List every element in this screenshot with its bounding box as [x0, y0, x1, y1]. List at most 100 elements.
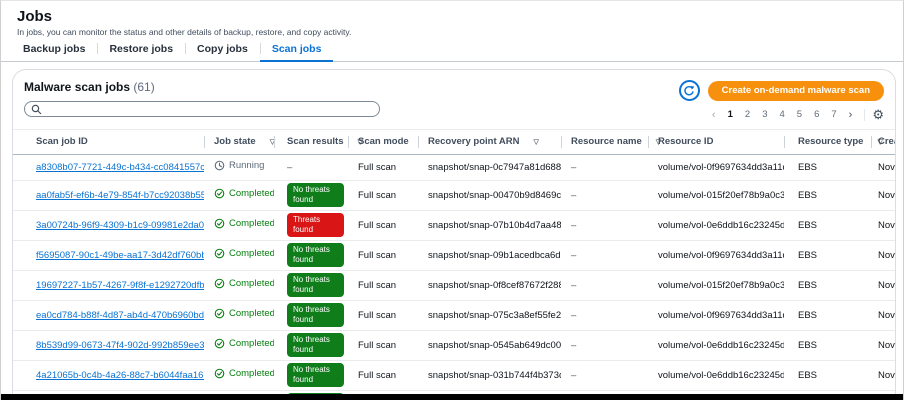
creation-time-cell: November: [871, 210, 895, 241]
resource-type-cell: EBS: [784, 330, 871, 361]
page-button-2[interactable]: 2: [740, 108, 755, 121]
scan-mode-cell: Full scan: [348, 330, 418, 361]
chevron-left-icon[interactable]: ‹: [707, 109, 721, 121]
resource-name-cell: –: [561, 154, 648, 181]
scan-results-badge: No threats found: [287, 243, 344, 267]
page-button-1[interactable]: 1: [723, 108, 738, 121]
job-state-label: Running: [229, 160, 265, 171]
column-label: Creation time: [878, 136, 895, 148]
scan-job-id-link[interactable]: 3a00724b-96f9-4309-b1c9-09981e2da0fe: [36, 220, 204, 231]
table-row: a8308b07-7721-449c-b434-cc0841557cee Runn…: [13, 154, 895, 181]
resource-name-cell: –: [561, 180, 648, 211]
column-label: Resource ID: [658, 136, 714, 148]
recovery-point-arn-cell: snapshot/snap-031b744f4b373dc43: [418, 360, 561, 391]
column-header-recovery-point-arn[interactable]: Recovery point ARN ▽: [418, 130, 561, 155]
page-button-4[interactable]: 4: [774, 108, 789, 121]
search-input[interactable]: [46, 104, 373, 114]
table-row: 3a00724b-96f9-4309-b1c9-09981e2da0fe Comp…: [13, 210, 895, 241]
scan-results-cell: No threats found: [274, 330, 348, 361]
create-on-demand-malware-scan-button[interactable]: Create on-demand malware scan: [707, 80, 884, 101]
column-header-creation-time: Creation time: [871, 130, 895, 155]
sort-icon[interactable]: ▽: [534, 139, 539, 146]
resource-id-cell: volume/vol-0f9697634dd3a11d0: [648, 300, 784, 331]
job-state-completed: Completed: [214, 368, 274, 379]
panel-actions: Create on-demand malware scan: [678, 80, 884, 101]
completed-check-icon: [214, 218, 225, 229]
resource-type-cell: EBS: [784, 360, 871, 391]
creation-time-cell: November: [871, 154, 895, 181]
scan-job-id-link[interactable]: 19697227-1b57-4267-9f8f-e1292720dfb1: [36, 280, 204, 291]
scan-results-cell: –: [274, 154, 348, 181]
panel-header: Malware scan jobs (61) Create on-demand …: [13, 70, 895, 126]
scan-results-cell: No threats found: [274, 300, 348, 331]
scan-job-id-cell: f5695087-90c1-49be-aa17-3d42df760bba: [13, 240, 204, 271]
resource-name-empty: –: [571, 189, 577, 201]
scan-mode-cell: Full scan: [348, 360, 418, 391]
scan-job-id-link[interactable]: 8b539d99-0673-47f4-902d-992b859ee35b: [36, 340, 204, 351]
page-button-7[interactable]: 7: [826, 108, 841, 121]
job-state-cell: Running: [204, 154, 274, 181]
resource-type-cell: EBS: [784, 210, 871, 241]
table-row: 4a21065b-0c4b-4a26-88c7-b6044faa16e7 Comp…: [13, 360, 895, 391]
resource-name-empty: –: [571, 339, 577, 351]
scan-results-badge: No threats found: [287, 183, 344, 207]
job-state-completed: Completed: [214, 188, 274, 199]
search-box[interactable]: [24, 101, 380, 117]
completed-check-icon: [214, 188, 225, 199]
tab-backup-jobs[interactable]: Backup jobs: [11, 40, 97, 62]
scan-job-id-cell: 19697227-1b57-4267-9f8f-e1292720dfb1: [13, 270, 204, 301]
job-state-label: Completed: [229, 248, 274, 259]
column-header-scan-results[interactable]: Scan results ▽: [274, 130, 363, 155]
scan-job-id-link[interactable]: f5695087-90c1-49be-aa17-3d42df760bba: [36, 250, 204, 261]
column-label: Scan mode: [358, 136, 409, 148]
chevron-right-icon[interactable]: ›: [844, 109, 858, 121]
completed-check-icon: [214, 368, 225, 379]
tab-scan-jobs[interactable]: Scan jobs: [259, 40, 334, 62]
scan-jobs-table: Scan job ID Job state ▽ Scan results ▽ Scan m…: [13, 130, 895, 400]
scan-job-id-link[interactable]: aa0fab5f-ef6b-4e79-854f-b7cc92038b55: [36, 190, 204, 201]
scan-mode-cell: Full scan: [348, 180, 418, 211]
job-state-label: Completed: [229, 368, 274, 379]
panel-header-right: Create on-demand malware scan ‹ 1 2 3 4 5 6 7 › ⚙: [678, 80, 884, 121]
scan-job-id-link[interactable]: 4a21065b-0c4b-4a26-88c7-b6044faa16e7: [36, 370, 204, 381]
page-button-6[interactable]: 6: [809, 108, 824, 121]
pagination-divider: [864, 108, 866, 121]
creation-time-cell: November: [871, 300, 895, 331]
scan-job-id-cell: aa0fab5f-ef6b-4e79-854f-b7cc92038b55: [13, 180, 204, 211]
resource-type-cell: EBS: [784, 154, 871, 181]
tab-copy-jobs[interactable]: Copy jobs: [185, 40, 260, 62]
column-header-job-state[interactable]: Job state ▽: [204, 130, 275, 155]
window-bottom-edge: [1, 394, 903, 400]
job-state-label: Completed: [229, 278, 274, 289]
panel-title-text: Malware scan jobs: [24, 80, 131, 94]
column-label: Job state: [214, 136, 256, 148]
scan-results-cell: No threats found: [274, 180, 348, 211]
scan-results-cell: No threats found: [274, 270, 348, 301]
job-state-cell: Completed: [204, 360, 274, 391]
job-state-completed: Completed: [214, 218, 274, 229]
refresh-button[interactable]: [678, 80, 700, 101]
resource-id-cell: volume/vol-0f9697634dd3a11d0: [648, 240, 784, 271]
gear-icon[interactable]: ⚙: [872, 108, 884, 121]
running-icon: [214, 160, 225, 171]
scan-job-id-link[interactable]: ea0cd784-b88f-4d87-ab4d-470b6960bdd8: [36, 310, 204, 321]
panel-count: (61): [133, 80, 155, 94]
job-state-cell: Completed: [204, 300, 274, 331]
resource-name-cell: –: [561, 360, 648, 391]
column-header-resource-type[interactable]: Resource type ▽: [784, 130, 883, 155]
scan-job-id-link[interactable]: a8308b07-7721-449c-b434-cc0841557cee: [36, 162, 204, 173]
scan-results-empty: –: [287, 161, 293, 173]
page-button-3[interactable]: 3: [757, 108, 772, 121]
column-header-resource-name[interactable]: Resource name ▽: [561, 130, 661, 155]
scan-results-badge: No threats found: [287, 363, 344, 387]
job-state-cell: Completed: [204, 330, 274, 361]
completed-check-icon: [214, 248, 225, 259]
tab-restore-jobs[interactable]: Restore jobs: [97, 40, 185, 62]
scan-mode-cell: Full scan: [348, 240, 418, 271]
table-row: ea0cd784-b88f-4d87-ab4d-470b6960bdd8 Comp…: [13, 300, 895, 331]
page-button-5[interactable]: 5: [792, 108, 807, 121]
scan-mode-cell: Full scan: [348, 210, 418, 241]
recovery-point-arn-cell: snapshot/snap-00470b9d8469c4624: [418, 180, 561, 211]
scan-jobs-table-container: Scan job ID Job state ▽ Scan results ▽ Scan m…: [13, 129, 895, 400]
completed-check-icon: [214, 278, 225, 289]
